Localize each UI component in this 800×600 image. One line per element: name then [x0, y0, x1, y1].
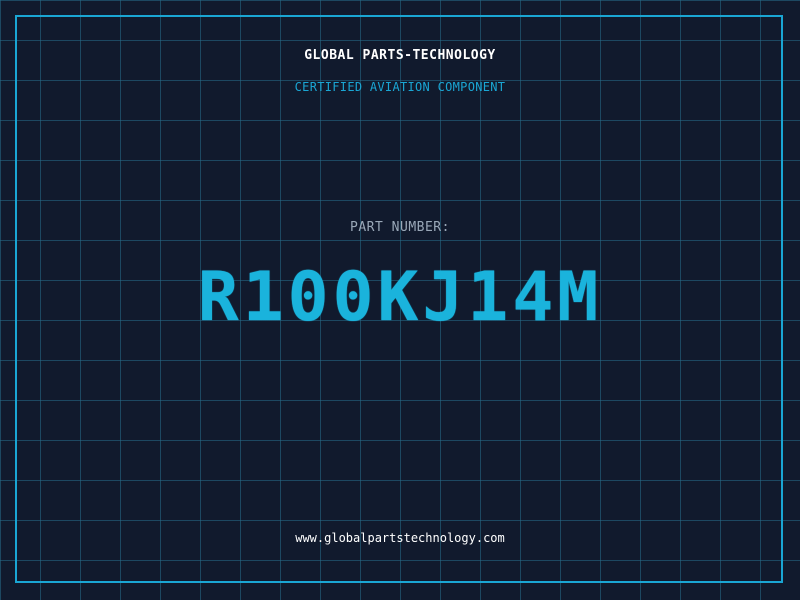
- part-number-label: PART NUMBER:: [350, 220, 450, 235]
- label-card: GLOBAL PARTS-TECHNOLOGY CERTIFIED AVIATI…: [0, 0, 800, 600]
- certification-subtitle: CERTIFIED AVIATION COMPONENT: [294, 80, 506, 94]
- website-url: www.globalpartstechnology.com: [295, 531, 505, 545]
- part-number-value: R100KJ14M: [197, 258, 603, 337]
- company-name: GLOBAL PARTS-TECHNOLOGY: [304, 48, 496, 63]
